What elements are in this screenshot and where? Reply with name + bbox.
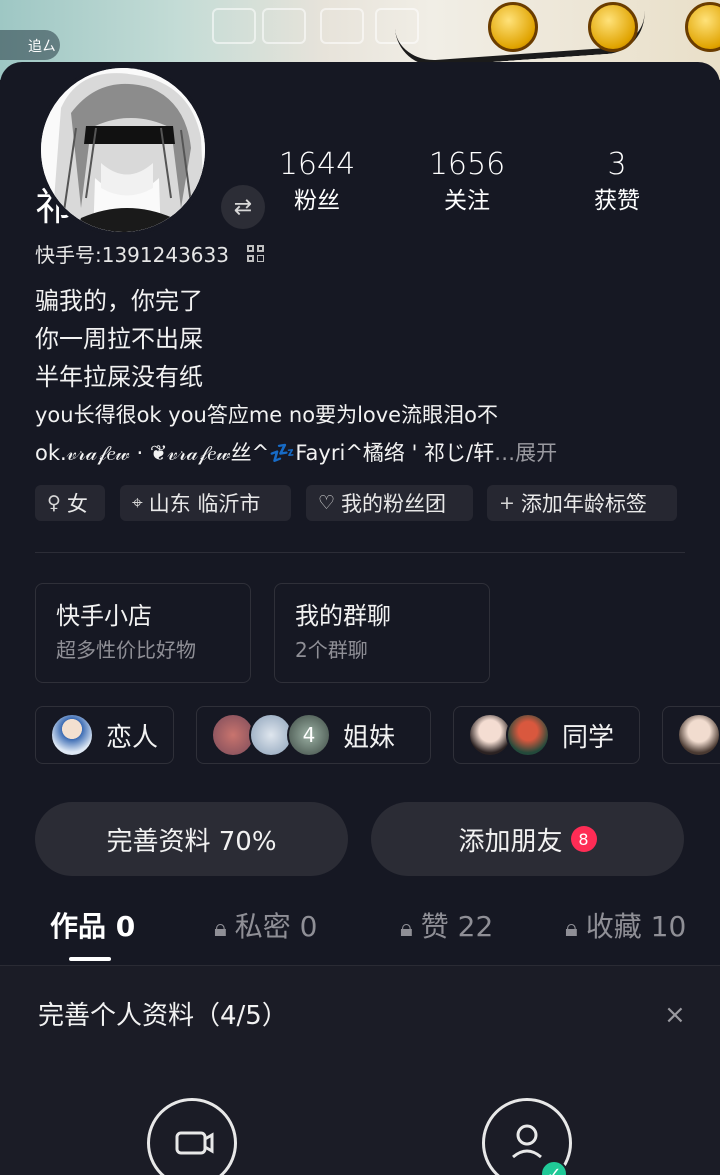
lock-icon: 🔒︎ <box>214 914 227 942</box>
group-sisters[interactable]: 4 姐妹 <box>196 706 431 764</box>
tab-label: 收藏 10 <box>585 910 687 943</box>
group-count: 4 <box>287 713 331 757</box>
heart-icon: ♡ <box>318 492 336 514</box>
bio-expand-link[interactable]: 展开 <box>515 441 557 465</box>
complete-profile-panel: 完善个人资料（4/5） × <box>0 966 720 1175</box>
tab-label: 赞 22 <box>420 910 494 943</box>
bio-line: 半年拉屎没有纸 <box>35 363 203 391</box>
notification-badge: 8 <box>570 826 597 852</box>
stat-followers[interactable]: 1644 粉丝 <box>257 148 377 216</box>
tab-private[interactable]: 🔒︎ 私密 0 <box>214 908 318 947</box>
tab-works[interactable]: 作品 0 <box>50 908 135 946</box>
plus-icon: + <box>499 492 515 514</box>
group-label: 姐妹 <box>343 722 396 753</box>
add-friend-button[interactable]: 添加朋友 8 <box>371 802 684 876</box>
tab-label: 私密 0 <box>234 910 318 943</box>
avatar[interactable] <box>37 64 209 236</box>
active-tab-indicator <box>69 957 111 961</box>
kuaishou-id[interactable]: 快手号:1391243633 <box>35 242 229 268</box>
avatar <box>677 713 720 757</box>
banner-decoration <box>262 8 306 44</box>
bio-line: Fayri^橘络 ' 祁じ/轩 <box>295 441 495 465</box>
bio-line: ok.𝓋𝓇𝒶𝒻𝑒𝓌 · ❦𝓋𝓇𝒶𝒻𝑒𝓌丝^ <box>35 441 270 465</box>
group-lovers[interactable]: 恋人 <box>35 706 174 764</box>
tag-gender[interactable]: ♀ 女 <box>35 485 105 521</box>
group-label: 恋人 <box>106 722 159 753</box>
sleep-icon: 💤 <box>269 441 296 465</box>
tab-favorites[interactable]: 🔒︎ 收藏 10 <box>565 908 720 947</box>
avatar <box>506 713 550 757</box>
bio-line-last: ok.𝓋𝓇𝒶𝒻𝑒𝓌 · ❦𝓋𝓇𝒶𝒻𝑒𝓌丝^💤Fayri^橘络 ' 祁じ/轩…展开 <box>35 434 695 472</box>
complete-profile-title: 完善个人资料（4/5） <box>38 1001 288 1031</box>
avatar-illustration <box>41 68 205 232</box>
tag-label: 添加年龄标签 <box>520 492 647 516</box>
banner-chat-label: 追ㄙ <box>28 39 56 55</box>
tag-label: 山东 临沂市 <box>148 492 261 516</box>
stat-value: 3 <box>607 147 627 182</box>
switch-account-button[interactable]: ⇄ <box>221 185 265 229</box>
card-title: 快手小店 <box>56 602 152 630</box>
section-divider <box>35 552 685 553</box>
bio-line: 你一周拉不出屎 <box>35 325 203 353</box>
avatar <box>50 713 94 757</box>
stat-value: 1644 <box>278 147 356 182</box>
qr-code-icon[interactable] <box>247 245 265 263</box>
banner-coin-icon <box>588 2 638 52</box>
card-kuaishou-shop[interactable]: 快手小店 超多性价比好物 <box>35 583 251 683</box>
stat-likes[interactable]: 3 获赞 <box>557 148 677 216</box>
stat-following[interactable]: 1656 关注 <box>407 148 527 216</box>
group-label: 同学 <box>562 722 615 753</box>
stat-value: 1656 <box>428 147 506 182</box>
banner-coin-icon <box>488 2 538 52</box>
tag-add-age[interactable]: + 添加年龄标签 <box>487 485 677 521</box>
banner-coin-icon <box>685 2 720 52</box>
tag-fan-club[interactable]: ♡ 我的粉丝团 <box>306 485 473 521</box>
close-icon[interactable]: × <box>664 1000 686 1030</box>
video-camera-icon <box>175 1131 214 1155</box>
card-subtitle: 2个群聊 <box>295 638 368 662</box>
edit-profile-button[interactable]: 完善资料 70% <box>35 802 348 876</box>
swap-icon: ⇄ <box>233 194 253 220</box>
stat-label: 关注 <box>444 188 490 214</box>
tab-label: 作品 0 <box>50 910 136 943</box>
tab-likes[interactable]: 🔒︎ 赞 22 <box>400 908 493 947</box>
group-more[interactable] <box>662 706 720 764</box>
tag-location[interactable]: ⌖ 山东 临沂市 <box>120 485 291 521</box>
upload-video-button[interactable] <box>147 1098 237 1175</box>
add-friend-label: 添加朋友 <box>458 826 563 857</box>
banner-decoration <box>212 8 256 44</box>
female-icon: ♀ <box>47 492 61 514</box>
card-title: 我的群聊 <box>295 602 391 630</box>
group-classmates[interactable]: 同学 <box>453 706 640 764</box>
banner-chat-pill[interactable]: 追ㄙ <box>0 30 60 60</box>
tag-label: 我的粉丝团 <box>341 492 447 516</box>
card-subtitle: 超多性价比好物 <box>56 638 196 662</box>
lock-icon: 🔒︎ <box>400 914 413 942</box>
lock-icon: 🔒︎ <box>565 914 578 942</box>
location-icon: ⌖ <box>132 492 143 514</box>
stat-label: 粉丝 <box>294 188 340 214</box>
profile-panel: 1644 粉丝 1656 关注 3 获赞 祁じ/轩.” ⇄ 快手号:139124… <box>0 62 720 1175</box>
tag-label: 女 <box>66 492 88 516</box>
bio-line: you长得很ok you答应me no要为love流眼泪o不 <box>35 403 498 427</box>
profile-bio[interactable]: 骗我的，你完了 你一周拉不出屎 半年拉屎没有纸 you长得很ok you答应me… <box>35 282 695 472</box>
bio-line: 骗我的，你完了 <box>35 287 203 315</box>
bio-ellipsis: … <box>494 441 516 465</box>
banner-decoration <box>320 8 364 44</box>
stat-label: 获赞 <box>594 188 640 214</box>
card-group-chats[interactable]: 我的群聊 2个群聊 <box>274 583 490 683</box>
